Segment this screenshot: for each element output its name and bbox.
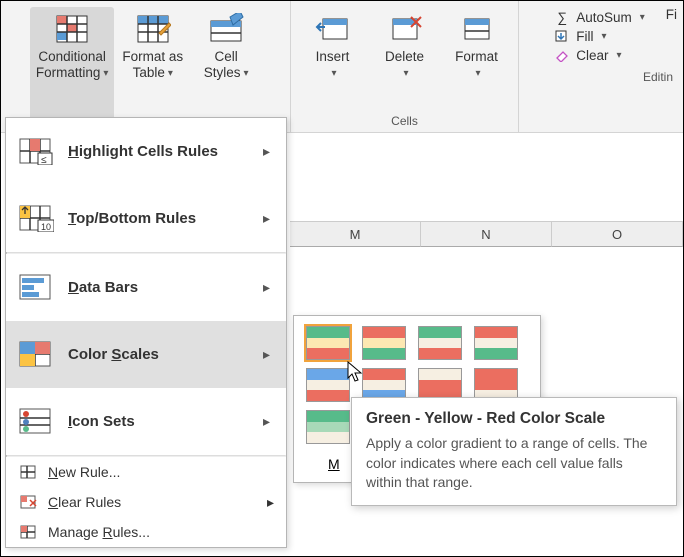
chevron-down-icon: ▾ [244, 68, 249, 80]
fill-down-icon [553, 28, 571, 44]
menu-data-bars[interactable]: Data Bars ▸ [6, 254, 286, 321]
insert-label: Insert [316, 49, 350, 64]
cell-styles-button[interactable]: CellStyles▾ [191, 7, 261, 132]
chevron-down-icon: ▾ [640, 12, 645, 23]
cell-styles-label: CellStyles [204, 49, 241, 80]
chevron-right-icon: ▸ [263, 143, 274, 160]
autosum-button[interactable]: ∑ AutoSum ▾ [553, 9, 645, 25]
menu-clear-rules[interactable]: Clear Rules ▸ [6, 487, 286, 517]
clear-button[interactable]: Clear ▾ [553, 47, 645, 63]
chevron-down-icon: ▾ [403, 68, 408, 80]
menu-new-rule[interactable]: New Rule... [6, 457, 286, 487]
chevron-right-icon: ▸ [263, 279, 274, 296]
find-partial: Fi [666, 7, 677, 22]
group-label-editing: Editin [523, 67, 675, 88]
column-header-n[interactable]: N [421, 222, 552, 247]
conditional-formatting-label: ConditionalFormatting [36, 49, 106, 80]
chevron-down-icon: ▾ [475, 68, 480, 80]
svg-text:≤: ≤ [41, 155, 47, 165]
ribbon: ConditionalFormatting▾ Format asTable▾ C… [1, 1, 683, 133]
chevron-right-icon: ▸ [263, 346, 274, 363]
column-header-o[interactable]: O [552, 222, 683, 247]
chevron-down-icon: ▾ [168, 68, 173, 80]
tooltip-body: Apply a color gradient to a range of cel… [366, 434, 662, 493]
format-as-table-button[interactable]: Format asTable▾ [116, 7, 189, 132]
ribbon-group-styles: ConditionalFormatting▾ Format asTable▾ C… [1, 1, 291, 132]
menu-icon-sets[interactable]: Icon Sets ▸ [6, 388, 286, 455]
menu-manage-rules[interactable]: Manage Rules... [6, 517, 286, 547]
format-as-table-label: Format asTable [122, 49, 183, 80]
menu-color-scales[interactable]: Color Scales ▸ [6, 321, 286, 388]
conditional-formatting-icon [52, 11, 92, 47]
format-label: Format [455, 49, 498, 64]
color-scale-preset[interactable] [474, 326, 518, 360]
chevron-right-icon: ▸ [263, 210, 274, 227]
column-headers: M N O [290, 221, 683, 247]
delete-button[interactable]: Delete ▾ [370, 7, 440, 111]
manage-rules-icon [18, 523, 38, 541]
color-scale-preset[interactable] [306, 368, 350, 402]
clear-label: Clear [576, 48, 608, 63]
icon-sets-icon [18, 406, 54, 436]
ribbon-group-cells: Insert ▾ Delete ▾ Format ▾ Cells [291, 1, 519, 132]
fill-label: Fill [576, 29, 593, 44]
format-as-table-icon [133, 11, 173, 47]
svg-text:10: 10 [41, 222, 51, 232]
group-label-cells: Cells [295, 111, 514, 132]
format-button[interactable]: Format ▾ [442, 7, 512, 111]
color-scale-preset[interactable] [418, 326, 462, 360]
data-bars-icon [18, 272, 54, 302]
new-rule-icon [18, 463, 38, 481]
chevron-down-icon: ▾ [601, 31, 606, 42]
chevron-down-icon: ▾ [103, 68, 108, 80]
color-scale-preset[interactable] [362, 326, 406, 360]
insert-button[interactable]: Insert ▾ [298, 7, 368, 111]
color-scales-icon [18, 339, 54, 369]
clear-rules-icon [18, 493, 38, 511]
cell-styles-icon [206, 11, 246, 47]
tooltip: Green - Yellow - Red Color Scale Apply a… [351, 397, 677, 506]
autosum-label: AutoSum [576, 10, 632, 25]
menu-highlight-cells-rules[interactable]: ≤ HHighlight Cells Rulesighlight Cells R… [6, 118, 286, 185]
delete-label: Delete [385, 49, 424, 64]
color-scale-preset[interactable] [306, 326, 350, 360]
chevron-right-icon: ▸ [263, 413, 274, 430]
menu-top-bottom-rules[interactable]: 10 Top/Bottom Rules ▸ [6, 185, 286, 252]
conditional-formatting-button[interactable]: ConditionalFormatting▾ [30, 7, 115, 132]
chevron-down-icon: ▾ [616, 50, 621, 61]
insert-cells-icon [313, 11, 353, 47]
fill-button[interactable]: Fill ▾ [553, 28, 645, 44]
top-bottom-icon: 10 [18, 203, 54, 233]
delete-cells-icon [385, 11, 425, 47]
chevron-right-icon: ▸ [267, 494, 274, 511]
chevron-down-icon: ▾ [331, 68, 336, 80]
eraser-icon [553, 47, 571, 63]
highlight-rules-icon: ≤ [18, 136, 54, 166]
conditional-formatting-menu: ≤ HHighlight Cells Rulesighlight Cells R… [5, 117, 287, 548]
column-header-m[interactable]: M [290, 222, 421, 247]
color-scale-preset[interactable] [306, 410, 350, 444]
sigma-icon: ∑ [553, 9, 571, 25]
format-cells-icon [457, 11, 497, 47]
ribbon-group-editing: ∑ AutoSum ▾ Fill ▾ Clear ▾ Editin Fi [519, 1, 679, 132]
tooltip-title: Green - Yellow - Red Color Scale [366, 410, 662, 428]
